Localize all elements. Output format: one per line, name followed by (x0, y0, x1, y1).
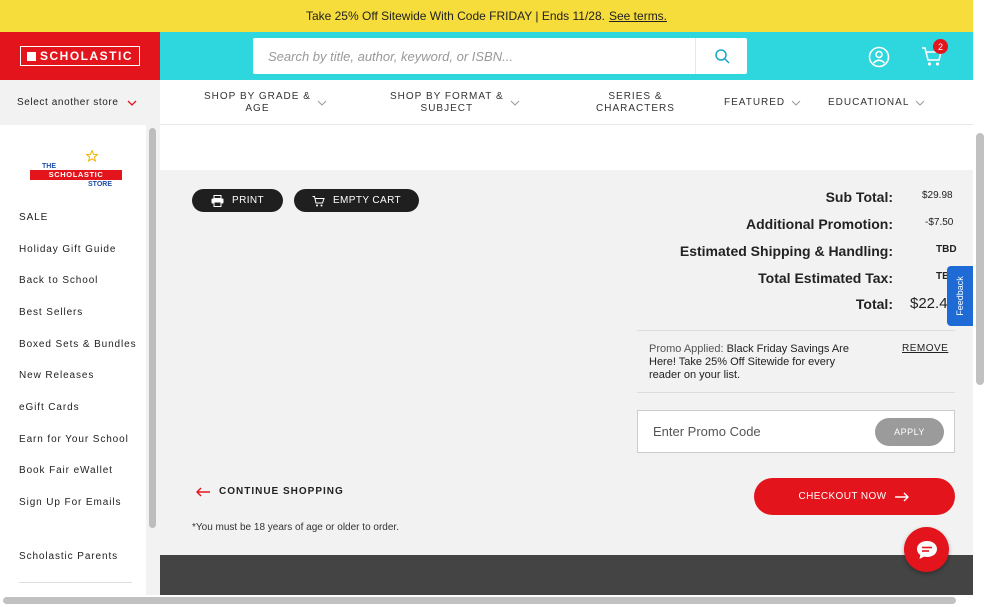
sidebar-item-best-sellers[interactable]: Best Sellers (19, 307, 83, 318)
print-label: PRINT (232, 195, 264, 206)
additional-promotion-label: Additional Promotion: (746, 216, 893, 232)
total-value: $22.4 (910, 295, 948, 312)
nav-label-line2: CHARACTERS (596, 102, 675, 114)
nav-educational[interactable]: EDUCATIONAL (828, 80, 925, 125)
cart-icon (312, 195, 325, 206)
promo-applied-text-block: Promo Applied: Black Friday Savings Are … (649, 343, 867, 382)
nav-label-line1: SHOP BY GRADE & (204, 90, 311, 102)
empty-cart-label: EMPTY CART (332, 195, 402, 206)
subtotal-label: Sub Total: (825, 189, 893, 205)
site-header: SCHOLASTIC 2 (0, 32, 973, 80)
promo-applied-box: Promo Applied: Black Friday Savings Are … (637, 330, 955, 393)
star-icon (86, 150, 98, 162)
shipping-label: Estimated Shipping & Handling: (679, 243, 893, 259)
additional-promotion-value: -$7.50 (925, 217, 954, 228)
chevron-down-icon (317, 100, 327, 106)
promo-banner-text: Take 25% Off Sitewide With Code FRIDAY |… (305, 9, 605, 23)
nav-label: SERIES & CHARACTERS (596, 91, 675, 115)
promo-code-input[interactable] (653, 411, 873, 452)
search-input[interactable] (253, 38, 695, 74)
subtotal-value: $29.98 (922, 190, 953, 201)
nav-label: SHOP BY GRADE & AGE (204, 91, 311, 115)
account-icon[interactable] (868, 46, 890, 68)
sidebar-item-holiday-gift-guide[interactable]: Holiday Gift Guide (19, 244, 116, 255)
feedback-tab[interactable]: Feedback (947, 266, 973, 326)
sidebar (0, 125, 146, 595)
chat-bubble-icon (916, 540, 937, 559)
search-button[interactable] (695, 38, 747, 74)
logo-store: STORE (88, 181, 112, 188)
print-button[interactable]: PRINT (192, 189, 283, 212)
sidebar-item-sale[interactable]: SALE (19, 212, 48, 223)
cart-top-strip (160, 125, 973, 170)
chevron-down-icon (791, 100, 801, 106)
nav-label-line2: SUBJECT (420, 102, 474, 114)
nav-shop-by-grade[interactable]: SHOP BY GRADE & AGE (204, 80, 327, 125)
checkout-now-button[interactable]: CHECKOUT NOW (754, 478, 955, 515)
sidebar-item-egift-cards[interactable]: eGift Cards (19, 402, 79, 413)
scholastic-store-logo[interactable]: THE SCHOLASTIC STORE (28, 150, 123, 192)
sidebar-item-book-fair-ewallet[interactable]: Book Fair eWallet (19, 465, 113, 476)
nav-label-line1: SERIES & (608, 90, 663, 102)
nav-label-line2: AGE (245, 102, 270, 114)
nav-label: SHOP BY FORMAT & SUBJECT (390, 91, 504, 115)
chevron-down-icon (127, 100, 136, 106)
empty-cart-button[interactable]: EMPTY CART (294, 189, 419, 212)
nav-shop-by-format[interactable]: SHOP BY FORMAT & SUBJECT (390, 80, 520, 125)
promo-banner: Take 25% Off Sitewide With Code FRIDAY |… (0, 0, 973, 32)
sidebar-item-new-releases[interactable]: New Releases (19, 370, 94, 381)
see-terms-link[interactable]: See terms. (609, 9, 667, 23)
logo-book-icon (27, 51, 36, 61)
remove-promo-link[interactable]: REMOVE (902, 343, 948, 354)
logo-the: THE (42, 163, 56, 170)
continue-shopping-link[interactable]: CONTINUE SHOPPING (195, 486, 344, 497)
search-bar (253, 38, 747, 74)
sidebar-item-sign-up-emails[interactable]: Sign Up For Emails (19, 497, 121, 508)
horizontal-scrollbar-thumb[interactable] (3, 597, 956, 604)
sidebar-item-earn-for-school[interactable]: Earn for Your School (19, 434, 129, 445)
chevron-down-icon (916, 100, 925, 106)
continue-shopping-label: CONTINUE SHOPPING (219, 486, 344, 497)
chat-button[interactable] (904, 527, 949, 572)
arrow-left-icon (196, 487, 210, 496)
arrow-right-icon (895, 492, 910, 501)
sidebar-item-scholastic-parents[interactable]: Scholastic Parents (19, 551, 118, 562)
store-selector-label: Select another store (17, 97, 119, 108)
nav-series-characters[interactable]: SERIES & CHARACTERS (596, 80, 675, 125)
nav-featured[interactable]: FEATURED (724, 80, 801, 125)
main-nav: SHOP BY GRADE & AGE SHOP BY FORMAT & SUB… (160, 80, 973, 125)
logo-main: SCHOLASTIC (30, 170, 122, 180)
search-icon (714, 49, 730, 64)
apply-button[interactable]: APPLY (875, 418, 944, 446)
promo-code-box: APPLY (637, 410, 955, 453)
nav-label: FEATURED (724, 96, 786, 108)
page-scrollbar-thumb[interactable] (976, 133, 984, 385)
shipping-value: TBD (936, 244, 957, 255)
sidebar-scrollbar-thumb[interactable] (149, 128, 156, 528)
printer-icon (211, 194, 224, 207)
tax-label: Total Estimated Tax: (758, 270, 893, 286)
promo-applied-label: Promo Applied: (649, 343, 724, 355)
logo-mark-box: SCHOLASTIC (20, 46, 140, 66)
sidebar-item-back-to-school[interactable]: Back to School (19, 275, 98, 286)
site-footer (160, 555, 973, 595)
checkout-label: CHECKOUT NOW (798, 491, 887, 502)
nav-label-line1: SHOP BY FORMAT & (390, 90, 504, 102)
logo-text: SCHOLASTIC (40, 49, 133, 63)
sidebar-divider (19, 582, 132, 583)
nav-label: EDUCATIONAL (828, 96, 910, 108)
age-requirement-note: *You must be 18 years of age or older to… (192, 522, 399, 533)
cart-count-badge: 2 (933, 39, 948, 54)
scholastic-logo[interactable]: SCHOLASTIC (0, 32, 160, 80)
sidebar-item-boxed-sets[interactable]: Boxed Sets & Bundles (19, 339, 137, 350)
total-label: Total: (855, 296, 893, 312)
store-selector[interactable]: Select another store (0, 80, 160, 125)
feedback-label: Feedback (955, 276, 965, 316)
chevron-down-icon (510, 100, 519, 106)
